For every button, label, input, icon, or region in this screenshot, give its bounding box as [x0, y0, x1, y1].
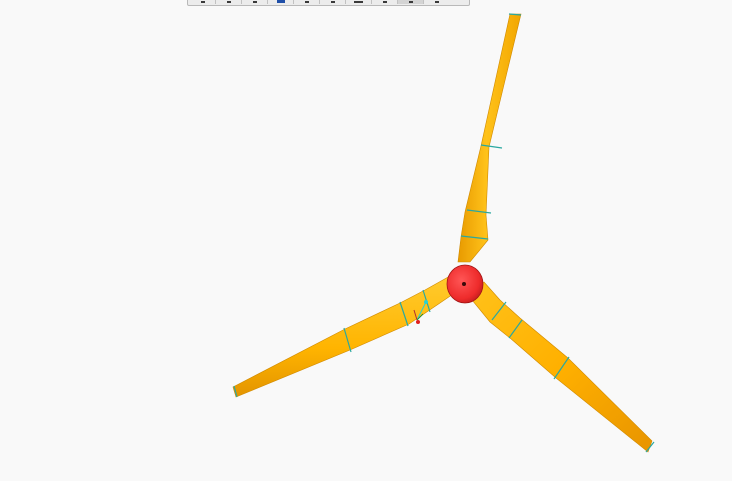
blade-upper[interactable] — [457, 13, 522, 263]
graphics-viewport[interactable] — [0, 0, 732, 481]
hub-center-point — [462, 282, 466, 286]
blade-right[interactable] — [469, 281, 655, 453]
blade-left[interactable] — [232, 275, 463, 398]
rotor-hub[interactable] — [446, 264, 484, 304]
turbine-rotor-model[interactable] — [0, 0, 732, 481]
